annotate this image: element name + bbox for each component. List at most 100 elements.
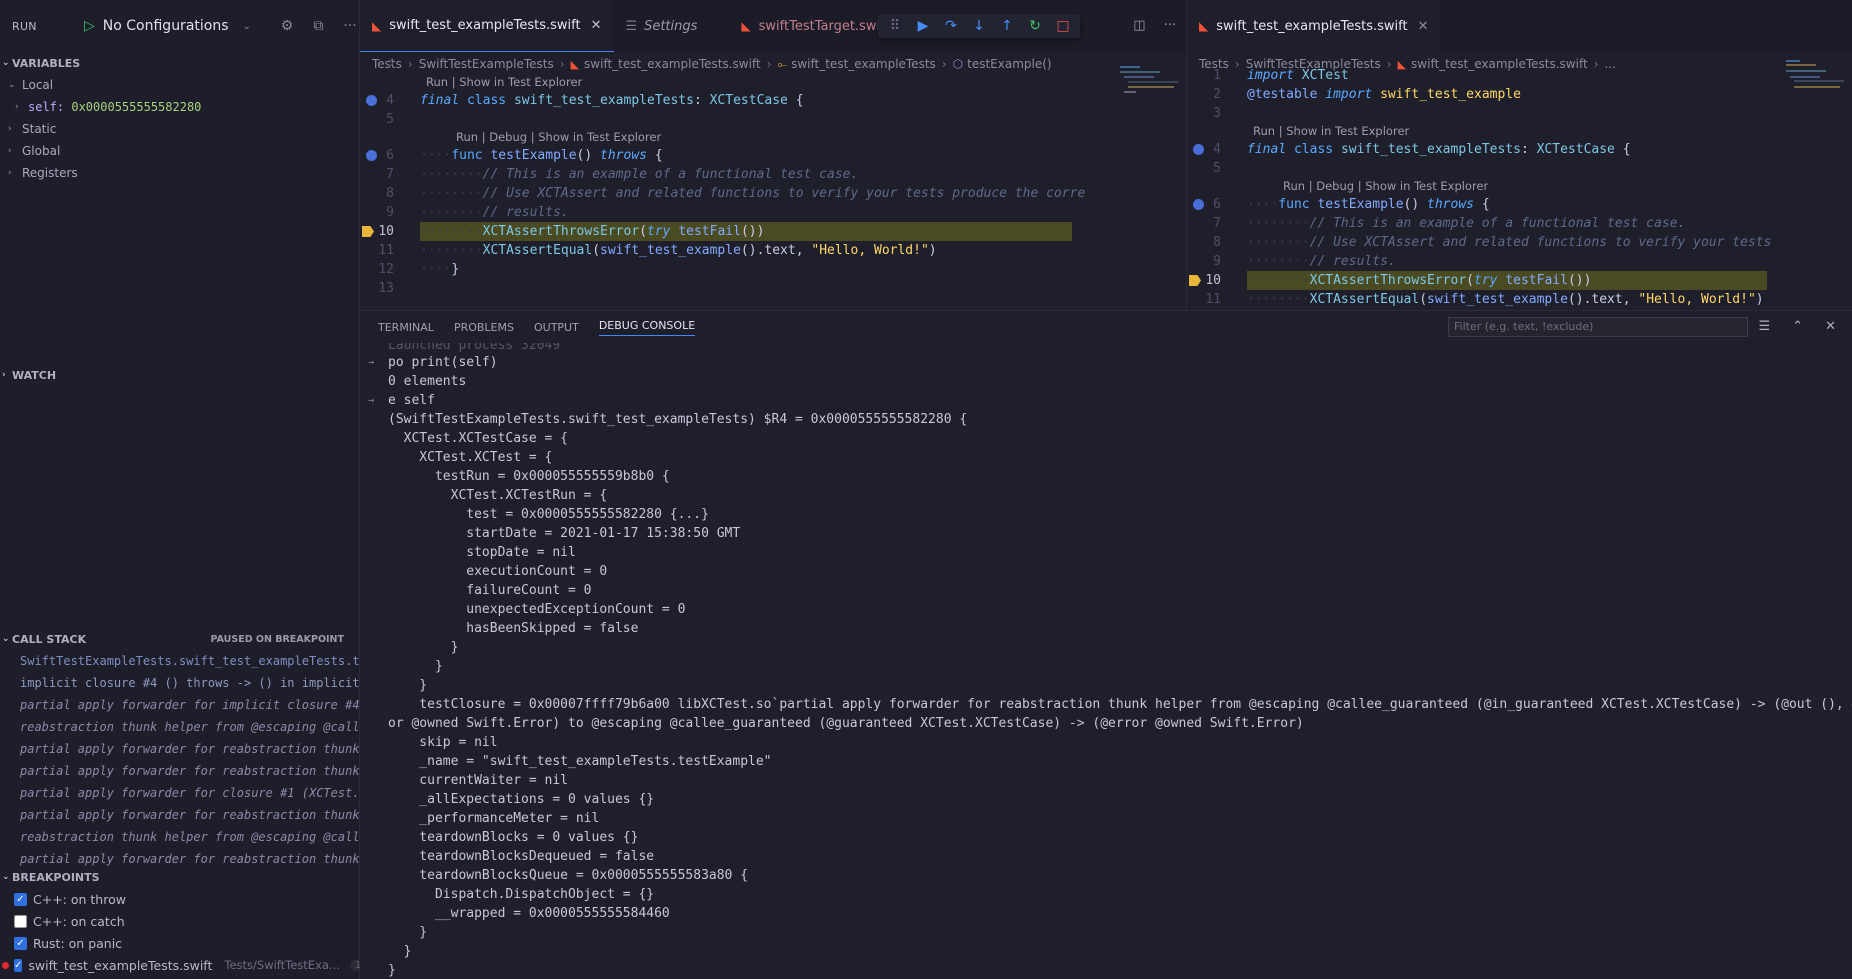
- breakpoint-label: swift_test_exampleTests.swift: [28, 957, 213, 973]
- console-line: 0 elements: [388, 374, 467, 389]
- console-line: teardownBlocks = 0 values {}: [388, 830, 639, 845]
- tab-swift-test-example-tests[interactable]: ◣ swift_test_exampleTests.swift ✕: [1187, 0, 1441, 52]
- maximize-panel-icon[interactable]: ⌃: [1792, 319, 1803, 334]
- debug-console-output[interactable]: Launched process 32049 po print(self) 0 …: [360, 343, 1852, 979]
- restart-icon[interactable]: ↻: [1026, 18, 1044, 34]
- stack-frame[interactable]: partial apply forwarder for reabstractio…: [0, 738, 360, 760]
- tab-swift-test-target[interactable]: ◣ swiftTestTarget.swift: [729, 0, 901, 52]
- settings-file-icon: ☰: [625, 18, 638, 34]
- bottom-panel: TERMINAL PROBLEMS OUTPUT DEBUG CONSOLE F…: [360, 310, 1852, 979]
- scope-local[interactable]: ⌄ Local: [0, 74, 359, 96]
- drag-handle-icon[interactable]: ⠿: [886, 18, 904, 34]
- tab-terminal[interactable]: TERMINAL: [378, 321, 434, 334]
- breakpoint-item[interactable]: ✓ C++: on throw: [0, 888, 360, 910]
- tab-bar: ◣ swift_test_exampleTests.swift ✕ ☰ Sett…: [360, 0, 1186, 52]
- tab-label: swift_test_exampleTests.swift: [389, 18, 581, 33]
- scope-global[interactable]: › Global: [0, 140, 359, 162]
- breakpoint-item[interactable]: ✓ Rust: on panic: [0, 932, 360, 954]
- codelens[interactable]: Run | Show in Test Explorer: [360, 74, 1186, 91]
- stack-frame[interactable]: partial apply forwarder for implicit clo…: [0, 694, 360, 716]
- breakpoints-section-header[interactable]: ⌄ BREAKPOINTS: [0, 866, 360, 888]
- code-line: 8 ········// Use XCTAssert and related fu…: [1187, 233, 1852, 252]
- breakpoint-item[interactable]: ✓ swift_test_exampleTests.swift Tests/Sw…: [0, 954, 373, 976]
- minimap[interactable]: [1120, 66, 1180, 106]
- stack-frame[interactable]: reabstraction thunk helper from @escapin…: [0, 826, 360, 848]
- stack-frame[interactable]: SwiftTestExampleTests.swift_test_example…: [0, 650, 360, 672]
- stop-icon[interactable]: □: [1054, 18, 1072, 34]
- step-over-icon[interactable]: ↷: [942, 18, 960, 34]
- tab-settings[interactable]: ☰ Settings: [614, 0, 710, 52]
- line-number: 7: [386, 167, 394, 182]
- test-run-icon[interactable]: [366, 150, 377, 161]
- console-filter-input[interactable]: Filter (e.g. text, !exclude): [1448, 317, 1748, 337]
- run-title: RUN: [12, 19, 37, 33]
- stack-frame[interactable]: reabstraction thunk helper from @escapin…: [0, 716, 360, 738]
- step-into-icon[interactable]: ↓: [970, 18, 988, 34]
- variables-section-header[interactable]: ⌄ VARIABLES: [0, 52, 359, 74]
- tab-problems[interactable]: PROBLEMS: [454, 321, 514, 334]
- code-line: 8 ········// Use XCTAssert and related fu…: [360, 184, 1186, 203]
- stack-frame[interactable]: partial apply forwarder for closure #1 (…: [0, 782, 360, 804]
- code-line: 6 ····func testExample() throws {: [360, 146, 1186, 165]
- console-line: executionCount = 0: [388, 564, 608, 579]
- stack-frame[interactable]: partial apply forwarder for reabstractio…: [0, 760, 360, 782]
- test-run-icon[interactable]: [366, 95, 377, 106]
- chevron-right-icon: ›: [8, 124, 12, 134]
- variable-self[interactable]: › self: 0x0000555555582280: [0, 96, 359, 118]
- tab-debug-console[interactable]: DEBUG CONSOLE: [598, 319, 696, 336]
- scope-label: Global: [22, 144, 61, 158]
- codelens[interactable]: Run | Show in Test Explorer: [1187, 123, 1852, 140]
- tab-bar: ◣ swift_test_exampleTests.swift ✕: [1187, 0, 1852, 52]
- checkbox-unchecked[interactable]: [14, 914, 27, 928]
- codelens[interactable]: Run | Debug | Show in Test Explorer: [1187, 178, 1852, 195]
- line-number: 8: [1213, 235, 1221, 250]
- step-out-icon[interactable]: ↑: [998, 18, 1016, 34]
- code-editor[interactable]: 3 Run | Show in Test Explorer 4 final cla…: [360, 58, 1186, 298]
- clear-console-icon[interactable]: ☰: [1759, 319, 1771, 334]
- line-number: 11: [1205, 292, 1221, 307]
- console-line: }: [388, 963, 396, 978]
- breakpoint-item[interactable]: C++: on catch: [0, 910, 360, 932]
- close-icon[interactable]: ✕: [1418, 19, 1429, 34]
- checkbox-checked[interactable]: ✓: [14, 958, 23, 972]
- console-line: _name = "swift_test_exampleTests.testExa…: [388, 754, 772, 769]
- test-run-icon[interactable]: [1193, 144, 1204, 155]
- code-line: 5: [1187, 159, 1852, 178]
- test-run-icon[interactable]: [1193, 199, 1204, 210]
- checkbox-checked[interactable]: ✓: [14, 936, 27, 950]
- tab-output[interactable]: OUTPUT: [534, 321, 579, 334]
- open-terminal-icon[interactable]: ⧉: [313, 18, 323, 34]
- more-actions-icon[interactable]: ···: [343, 18, 356, 34]
- checkbox-checked[interactable]: ✓: [14, 892, 27, 906]
- call-stack-section-header[interactable]: ⌄ CALL STACK PAUSED ON BREAKPOINT: [0, 628, 360, 650]
- watch-title: WATCH: [12, 368, 57, 382]
- watch-section-header[interactable]: › WATCH: [0, 364, 360, 386]
- code-editor[interactable]: 1 import XCTest 2 @testable import swift_t…: [1187, 66, 1852, 309]
- console-line: _performanceMeter = nil: [388, 811, 600, 826]
- scope-static[interactable]: › Static: [0, 118, 359, 140]
- console-line: }: [388, 678, 428, 693]
- configuration-label: No Configurations: [102, 18, 229, 34]
- codelens[interactable]: Run | Debug | Show in Test Explorer: [360, 129, 1186, 146]
- stack-frame[interactable]: implicit closure #4 () throws -> () in i…: [0, 672, 360, 694]
- stack-frame[interactable]: partial apply forwarder for reabstractio…: [0, 804, 360, 826]
- continue-icon[interactable]: ▶: [914, 18, 932, 34]
- console-line: Dispatch.DispatchObject = {}: [388, 887, 655, 902]
- tab-swift-test-example-tests[interactable]: ◣ swift_test_exampleTests.swift ✕: [360, 0, 614, 52]
- scope-registers[interactable]: › Registers: [0, 162, 359, 184]
- code-line: 7 ········// This is an example of a func…: [1187, 214, 1852, 233]
- code-line: 7 ········// This is an example of a func…: [360, 165, 1186, 184]
- scope-label: Local: [22, 78, 54, 92]
- split-editor-icon[interactable]: ◫: [1133, 18, 1145, 33]
- breakpoint-path: Tests/SwiftTestExa...: [224, 958, 340, 972]
- close-icon[interactable]: ✕: [591, 18, 602, 33]
- close-icon[interactable]: ✕: [1825, 319, 1836, 334]
- configuration-select[interactable]: No Configurations ⌄: [103, 18, 261, 34]
- minimap[interactable]: [1786, 60, 1846, 100]
- gear-icon[interactable]: ⚙: [281, 18, 294, 34]
- breakpoints-title: BREAKPOINTS: [12, 870, 100, 884]
- variable-value: 0x0000555555582280: [71, 100, 202, 114]
- more-actions-icon[interactable]: ···: [1164, 18, 1176, 33]
- start-debugging-icon[interactable]: ▷: [84, 18, 95, 34]
- line-number: 9: [1213, 254, 1221, 269]
